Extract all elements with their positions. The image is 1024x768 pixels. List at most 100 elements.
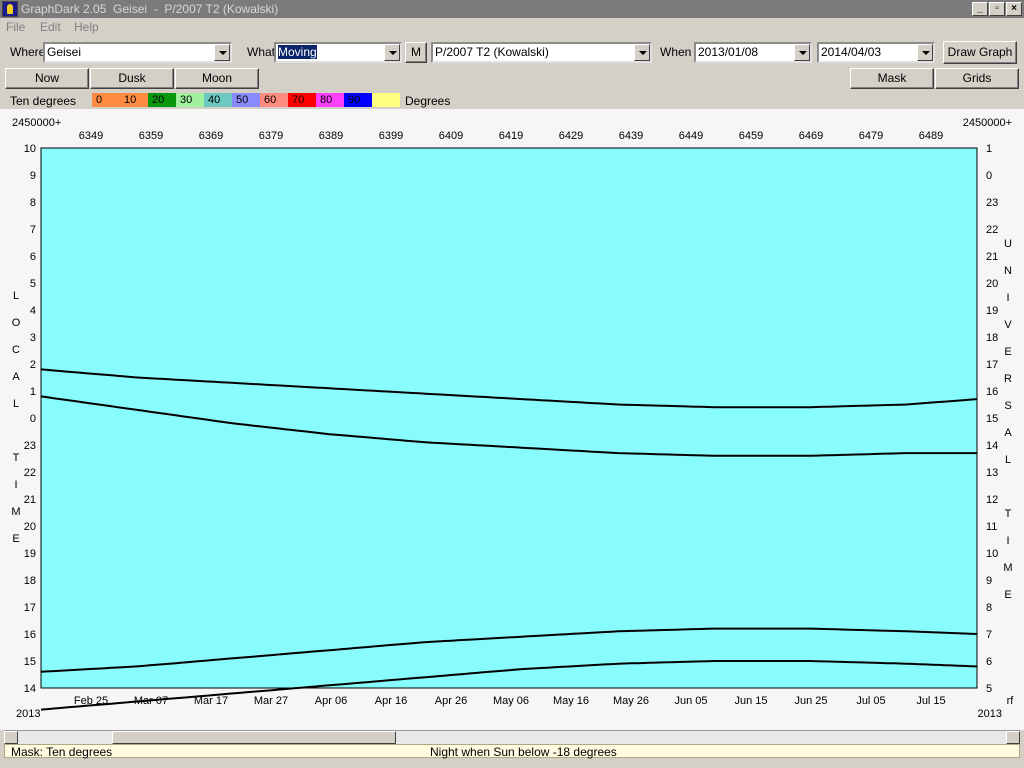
jd-tick-label: 6399 — [379, 130, 403, 142]
right-axis-letter: S — [1004, 400, 1011, 412]
right-hour-tick: 12 — [986, 494, 998, 506]
right-axis-letter: E — [1004, 346, 1011, 358]
menu-bar: File Edit Help — [0, 18, 1024, 37]
date-tick-label: May 16 — [553, 695, 589, 707]
jd-tick-label: 6459 — [739, 130, 763, 142]
left-hour-tick: 4 — [30, 305, 36, 317]
left-axis-letter: C — [12, 344, 20, 356]
start-date-select[interactable]: 2013/01/08 — [694, 42, 812, 63]
date-tick-label: Mar 17 — [194, 695, 228, 707]
right-axis-letter: T — [1005, 508, 1012, 520]
left-hour-tick: 16 — [24, 629, 36, 641]
date-tick-label: Jun 15 — [734, 695, 767, 707]
moon-button[interactable]: Moon — [175, 68, 259, 89]
what-select[interactable]: Moving — [274, 42, 402, 63]
legend-unit: Degrees — [405, 94, 451, 108]
left-axis-letter: M — [11, 506, 20, 518]
app-icon[interactable] — [2, 1, 18, 17]
menu-edit[interactable]: Edit — [40, 20, 61, 34]
chevron-down-icon[interactable] — [384, 44, 400, 61]
jd-tick-label: 6389 — [319, 130, 343, 142]
visibility-chart[interactable]: 2450000+ 2450000+ 6349 6359 6369 6379 6389 6399… — [0, 109, 1024, 730]
left-hour-tick: 15 — [24, 656, 36, 668]
legend-swatch — [372, 93, 400, 107]
grids-button[interactable]: Grids — [935, 68, 1019, 89]
scroll-thumb[interactable] — [112, 731, 396, 744]
right-hour-tick: 20 — [986, 278, 998, 290]
chevron-down-icon[interactable] — [794, 44, 810, 61]
what-label: What — [247, 45, 276, 59]
date-tick-label: Jul 15 — [916, 695, 945, 707]
right-axis-letter: E — [1004, 589, 1011, 601]
jd-tick-label: 6429 — [559, 130, 583, 142]
chevron-down-icon[interactable] — [214, 44, 230, 61]
when-label: When — [660, 45, 692, 59]
right-hour-tick: 5 — [986, 683, 992, 695]
status-info: Night when Sun below -18 degrees — [430, 745, 617, 759]
mask-button[interactable]: Mask — [850, 68, 934, 89]
menu-help[interactable]: Help — [74, 20, 99, 34]
right-hour-tick: 8 — [986, 602, 992, 614]
date-tick-label: Jul 05 — [856, 695, 885, 707]
right-axis-letter: A — [1004, 427, 1012, 439]
date-tick-label: Apr 16 — [375, 695, 407, 707]
jd-tick-label: 6489 — [919, 130, 943, 142]
dusk-button[interactable]: Dusk — [90, 68, 174, 89]
right-hour-tick: 15 — [986, 413, 998, 425]
jd-tick-label: 6449 — [679, 130, 703, 142]
chart-svg: 2450000+ 2450000+6349 6359 6369 6379 6389 6399… — [11, 117, 1015, 720]
date-tick-label: Mar 07 — [134, 695, 168, 707]
right-corner-label: rf — [1007, 695, 1015, 707]
horizontal-scrollbar[interactable] — [4, 730, 1020, 744]
right-hour-tick: 1 — [986, 143, 992, 155]
jd-tick-label: 6439 — [619, 130, 643, 142]
jd-tick-label: 6369 — [199, 130, 223, 142]
where-label: Where — [10, 45, 46, 59]
where-select[interactable]: Geisei — [43, 42, 232, 63]
left-hour-tick: 20 — [24, 521, 36, 533]
jd-tick-label: 6469 — [799, 130, 823, 142]
date-tick-label: Apr 26 — [435, 695, 467, 707]
maximize-button[interactable]: ▫ — [989, 2, 1005, 16]
left-hour-tick: 5 — [30, 278, 36, 290]
left-axis-letter: E — [12, 533, 19, 545]
status-mask: Mask: Ten degrees — [11, 745, 113, 759]
menu-file[interactable]: File — [6, 20, 25, 34]
now-button[interactable]: Now — [5, 68, 89, 89]
scroll-left-icon[interactable] — [4, 731, 18, 744]
jd-tick-label: 6359 — [139, 130, 163, 142]
close-button[interactable]: × — [1006, 2, 1022, 16]
right-hour-tick: 22 — [986, 224, 998, 236]
right-axis-letter: L — [1005, 454, 1011, 466]
status-bar: Mask: Ten degrees Night when Sun below -… — [4, 744, 1020, 759]
object-select[interactable]: P/2007 T2 (Kowalski) — [431, 42, 652, 63]
left-axis-letter: O — [12, 317, 21, 329]
year-label-left: 2013 — [16, 708, 40, 720]
date-tick-label: May 26 — [613, 695, 649, 707]
minimize-button[interactable]: _ — [972, 2, 988, 16]
right-axis-letter: R — [1004, 373, 1012, 385]
main-toolbar: Where Geisei What Moving M P/2007 T2 (Ko… — [0, 40, 1024, 66]
end-date-select[interactable]: 2014/04/03 — [817, 42, 935, 63]
scroll-right-icon[interactable] — [1006, 731, 1020, 744]
chevron-down-icon[interactable] — [917, 44, 933, 61]
right-hour-tick: 16 — [986, 386, 998, 398]
chevron-down-icon[interactable] — [634, 44, 650, 61]
jd-tick-label: 6409 — [439, 130, 463, 142]
draw-graph-button[interactable]: Draw Graph — [943, 41, 1017, 64]
left-hour-tick: 0 — [30, 413, 36, 425]
m-button[interactable]: M — [405, 42, 427, 63]
date-tick-label: Jun 05 — [674, 695, 707, 707]
right-hour-tick: 19 — [986, 305, 998, 317]
left-hour-tick: 10 — [24, 143, 36, 155]
window-title: GraphDark 2.05 Geisei - P/2007 T2 (Kowal… — [21, 2, 279, 16]
right-hour-tick: 14 — [986, 440, 998, 452]
left-axis-letter: I — [14, 479, 17, 491]
left-hour-tick: 6 — [30, 251, 36, 263]
right-axis-letter: N — [1004, 265, 1012, 277]
right-hour-tick: 23 — [986, 197, 998, 209]
left-hour-tick: 7 — [30, 224, 36, 236]
left-hour-tick: 9 — [30, 170, 36, 182]
left-axis-letter: T — [13, 452, 20, 464]
right-hour-tick: 0 — [986, 170, 992, 182]
